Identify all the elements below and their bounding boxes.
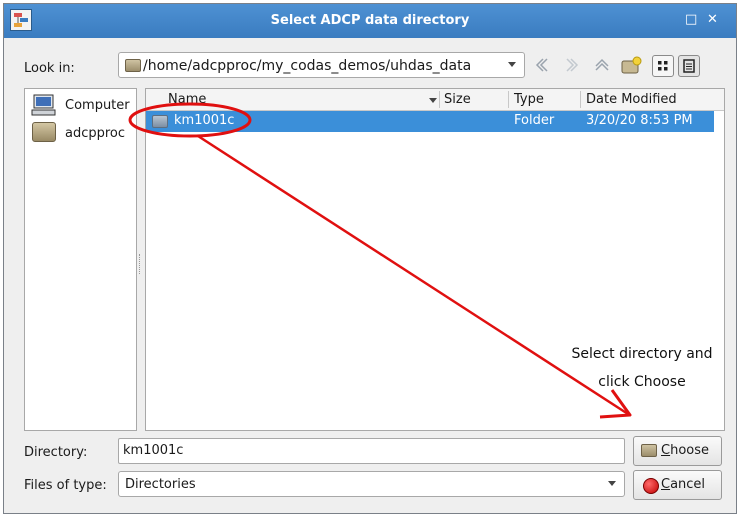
parent-directory-icon[interactable]	[591, 55, 613, 77]
choose-button[interactable]: Choose	[633, 436, 722, 466]
window-title: Select ADCP data directory	[270, 13, 470, 28]
forward-icon[interactable]	[561, 55, 583, 77]
detail-view-icon	[683, 59, 695, 73]
sidebar-item-computer[interactable]: Computer	[31, 92, 135, 118]
annotation-text-line2: click Choose	[598, 374, 686, 390]
files-of-type-value: Directories	[125, 477, 196, 492]
file-dialog-window: Select ADCP data directory □ ✕ Look in: …	[3, 3, 737, 514]
folder-icon	[32, 122, 56, 142]
directory-value: km1001c	[123, 443, 184, 458]
look-in-path: /home/adcpproc/my_codas_demos/uhdas_data	[143, 58, 472, 74]
column-size[interactable]: Size	[444, 92, 471, 107]
icon-view-icon	[658, 61, 668, 71]
maximize-button[interactable]: □	[685, 13, 697, 27]
sidebar-item-label: adcpproc	[65, 126, 126, 141]
detail-view-button[interactable]	[678, 55, 700, 77]
folder-icon	[641, 444, 657, 457]
column-divider[interactable]	[439, 91, 440, 108]
sidebar-item-adcpproc[interactable]: adcpproc	[31, 120, 135, 146]
folder-icon	[152, 115, 168, 128]
cancel-button-label: Cancel	[661, 477, 706, 492]
column-name[interactable]: Name	[168, 92, 206, 107]
list-view-button[interactable]	[652, 55, 674, 77]
column-divider[interactable]	[508, 91, 509, 108]
chevron-down-icon	[608, 481, 616, 486]
new-folder-icon[interactable]	[620, 55, 642, 77]
look-in-combo[interactable]: /home/adcpproc/my_codas_demos/uhdas_data	[118, 52, 525, 78]
look-in-label: Look in:	[24, 61, 75, 76]
column-header: Name Size Type Date Modified	[146, 89, 724, 111]
annotation-text-line1: Select directory and	[571, 346, 713, 362]
files-of-type-label: Files of type:	[24, 478, 107, 493]
table-row[interactable]: km1001c Folder 3/20/20 8:53 PM	[146, 111, 714, 132]
close-button[interactable]: ✕	[707, 13, 718, 27]
splitter-handle[interactable]	[139, 254, 143, 274]
folder-icon	[125, 59, 141, 72]
column-divider[interactable]	[580, 91, 581, 108]
places-sidebar: Computer adcpproc	[24, 88, 137, 431]
computer-icon	[31, 94, 57, 116]
directory-label: Directory:	[24, 445, 88, 460]
cancel-button[interactable]: Cancel	[633, 470, 722, 500]
column-type[interactable]: Type	[514, 92, 544, 107]
choose-button-label: Choose	[661, 443, 709, 458]
sort-descending-icon	[429, 98, 437, 103]
sidebar-item-label: Computer	[65, 98, 130, 113]
row-date-modified: 3/20/20 8:53 PM	[586, 113, 693, 128]
files-of-type-select[interactable]: Directories	[118, 471, 625, 497]
row-name: km1001c	[174, 113, 235, 128]
row-type: Folder	[514, 113, 555, 128]
chevron-down-icon	[508, 62, 516, 67]
column-date-modified[interactable]: Date Modified	[586, 92, 677, 107]
directory-input[interactable]: km1001c	[118, 438, 625, 464]
title-bar[interactable]: Select ADCP data directory □ ✕	[4, 4, 736, 38]
cancel-icon	[643, 478, 659, 494]
back-icon[interactable]	[531, 55, 553, 77]
